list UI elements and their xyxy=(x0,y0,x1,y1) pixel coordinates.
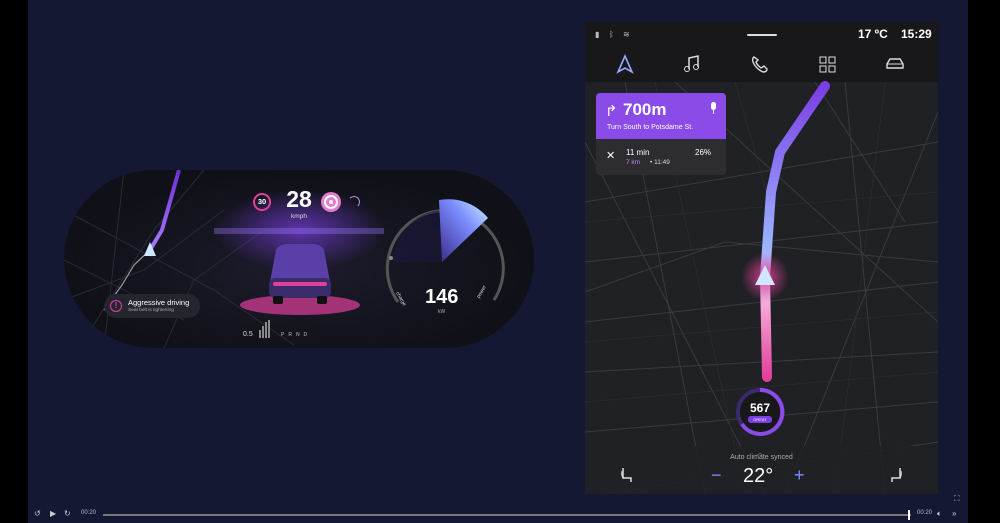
speed-limit-sign: 30 xyxy=(253,193,271,211)
next-maneuver-panel: ↱ 700m Turn South to Potsdame St. xyxy=(596,93,726,139)
seek-bar[interactable] xyxy=(103,514,911,516)
temp-decrease-button[interactable]: − xyxy=(711,465,722,486)
navigation-route-line xyxy=(759,81,830,382)
arrival-battery: 26% xyxy=(695,148,712,157)
skip-icon[interactable]: » xyxy=(952,509,956,518)
turn-right-icon: ↱ xyxy=(605,103,618,120)
trip-eta: • 11:49 xyxy=(650,159,670,166)
cluster-route-line xyxy=(148,170,181,252)
wifi-icon: ≋ xyxy=(623,30,630,39)
head-unit-screen: ▮ ᛒ ≋ 17 ºC 15:29 ↱ 700m Turn South to P… xyxy=(585,22,938,494)
odometer-value: 0.5 xyxy=(243,331,253,338)
car-icon[interactable] xyxy=(884,54,906,74)
seat-heat-left-icon[interactable] xyxy=(619,467,633,483)
drag-handle[interactable] xyxy=(747,34,777,36)
clock: 15:29 xyxy=(901,27,932,41)
phone-icon[interactable] xyxy=(749,54,771,74)
video-player-bar: ↺ ▶ ↻ 00:20 00:20 🔈︎ » xyxy=(28,505,968,523)
apps-icon[interactable] xyxy=(817,54,839,74)
rewind-icon[interactable]: ↺ xyxy=(34,509,41,518)
seek-thumb[interactable] xyxy=(908,510,910,520)
alert-subtitle: Seat belt is tightening xyxy=(128,308,174,313)
maneuver-distance: 700m xyxy=(623,100,667,119)
driving-score: 567 xyxy=(749,401,771,415)
climate-sync-note: Auto climate synced xyxy=(730,454,793,461)
signal-icon: ▮ xyxy=(595,30,600,39)
loading-spinner-icon xyxy=(348,196,360,208)
speed-unit: kmph xyxy=(291,213,307,220)
play-icon[interactable]: ▶ xyxy=(50,509,56,518)
gear-selector: PRND xyxy=(281,332,312,338)
microphone-icon[interactable] xyxy=(709,102,718,114)
bluetooth-icon: ᛒ xyxy=(609,30,614,39)
set-temperature: 22° xyxy=(743,465,774,487)
music-icon[interactable] xyxy=(681,54,703,74)
seat-heat-right-icon[interactable] xyxy=(890,467,904,483)
power-unit: kW xyxy=(438,309,446,315)
car-rear-view xyxy=(269,244,331,304)
trip-distance: 7 km xyxy=(626,159,641,166)
speed-value: 28 xyxy=(286,186,312,212)
maneuver-instruction: Turn South to Potsdame St. xyxy=(607,124,694,131)
aggressive-driving-alert: ! Aggressive driving Seat belt is tighte… xyxy=(104,294,200,318)
turn-by-turn-card[interactable]: ↱ 700m Turn South to Potsdame St. ✕ 11 m… xyxy=(596,93,726,175)
temp-increase-button[interactable]: + xyxy=(794,465,805,486)
navigation-icon[interactable] xyxy=(614,54,636,74)
fullscreen-icon[interactable]: ⛶ xyxy=(954,494,960,504)
current-time: 00:20 xyxy=(81,510,97,516)
warning-icon: ! xyxy=(110,300,122,312)
outside-temperature: 17 ºC xyxy=(858,27,888,41)
trip-duration: 11 min xyxy=(626,148,650,157)
steering-wheel-icon xyxy=(321,192,341,212)
gear-shift-graphic xyxy=(259,320,270,338)
end-time: 00:20 xyxy=(917,510,933,516)
close-icon[interactable]: ✕ xyxy=(606,149,615,162)
forward-icon[interactable]: ↻ xyxy=(64,509,71,518)
power-value: 146 xyxy=(425,286,459,308)
volume-icon[interactable]: 🔈︎ xyxy=(937,509,942,519)
alert-title: Aggressive driving xyxy=(128,298,190,307)
score-badge: GREAT xyxy=(748,416,772,423)
